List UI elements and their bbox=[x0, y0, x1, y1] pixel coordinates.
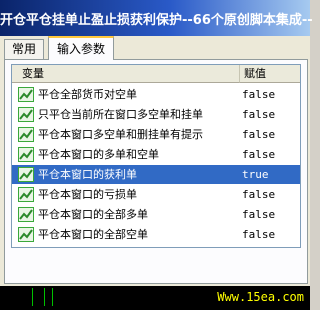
parameter-chart-icon bbox=[18, 127, 34, 142]
parameter-value[interactable]: false bbox=[242, 225, 275, 244]
parameter-name: 平仓本窗口的全部多单 bbox=[38, 208, 148, 221]
parameter-name: 平仓本窗口的获利单 bbox=[38, 168, 137, 181]
parameter-value[interactable]: false bbox=[242, 205, 275, 224]
parameter-name: 平仓本窗口多空单和删挂单有提示 bbox=[38, 128, 203, 141]
watermark-text: Www.15ea.com bbox=[217, 290, 304, 304]
parameter-chart-icon bbox=[18, 167, 34, 182]
table-row[interactable]: 平仓本窗口的获利单 true bbox=[12, 165, 300, 184]
parameter-name: 平仓本窗口的亏损单 bbox=[38, 188, 137, 201]
column-header-value[interactable]: 赋值 bbox=[240, 65, 300, 83]
parameter-chart-icon bbox=[18, 87, 34, 102]
tab-common[interactable]: 常用 bbox=[4, 39, 44, 59]
parameter-name: 只平仓当前所在窗口多空单和挂单 bbox=[38, 108, 203, 121]
parameter-value[interactable]: false bbox=[242, 185, 275, 204]
window-title: 开仓平仓挂单止盈止损获利保护--66个原创脚本集成-- bbox=[0, 13, 313, 28]
table-row[interactable]: 只平仓当前所在窗口多空单和挂单 false bbox=[12, 105, 300, 124]
parameter-chart-icon bbox=[18, 107, 34, 122]
chart-tick bbox=[52, 288, 53, 306]
chart-tick bbox=[44, 288, 45, 306]
parameter-name: 平仓本窗口的全部空单 bbox=[38, 228, 148, 241]
chart-tick bbox=[32, 288, 33, 306]
parameter-name: 平仓全部货币对空单 bbox=[38, 88, 137, 101]
title-bar[interactable]: 开仓平仓挂单止盈止损获利保护--66个原创脚本集成-- bbox=[0, 0, 313, 36]
table-row[interactable]: 平仓本窗口的全部多单 false bbox=[12, 205, 300, 224]
parameter-value[interactable]: false bbox=[242, 85, 275, 104]
parameter-name: 平仓本窗口的多单和空单 bbox=[38, 148, 159, 161]
parameter-chart-icon bbox=[18, 207, 34, 222]
parameter-chart-icon bbox=[18, 147, 34, 162]
parameter-value[interactable]: false bbox=[242, 125, 275, 144]
tab-input-parameters[interactable]: 输入参数 bbox=[48, 36, 114, 60]
table-row[interactable]: 平仓本窗口的多单和空单 false bbox=[12, 145, 300, 164]
parameter-value[interactable]: false bbox=[242, 105, 275, 124]
table-row[interactable]: 平仓本窗口多空单和删挂单有提示 false bbox=[12, 125, 300, 144]
parameter-chart-icon bbox=[18, 187, 34, 202]
parameter-chart-icon bbox=[18, 227, 34, 242]
column-header-variable[interactable]: 变量 bbox=[12, 65, 240, 83]
table-row[interactable]: 平仓全部货币对空单 false bbox=[12, 85, 300, 104]
table-row[interactable]: 平仓本窗口的亏损单 false bbox=[12, 185, 300, 204]
table-row[interactable]: 平仓本窗口的全部空单 false bbox=[12, 225, 300, 244]
parameter-value[interactable]: false bbox=[242, 145, 275, 164]
parameter-value[interactable]: true bbox=[242, 165, 269, 184]
parameter-table[interactable]: 变量 赋值 平仓全部货币对空单 false 只平仓当前所在窗口多空单和挂单 false… bbox=[11, 64, 301, 248]
status-bar: Www.15ea.com bbox=[0, 286, 310, 310]
